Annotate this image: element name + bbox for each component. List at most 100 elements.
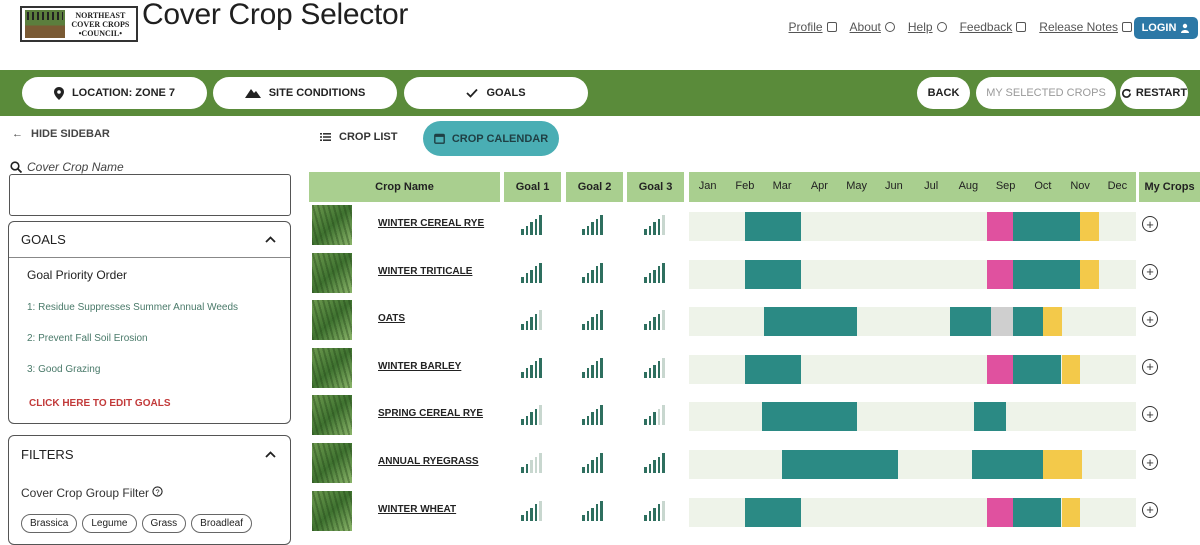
council-logo[interactable]: NORTHEAST COVER CROPS •COUNCIL•	[20, 6, 138, 42]
rating-bar	[653, 269, 656, 283]
calendar-segment-magenta[interactable]	[987, 259, 1014, 289]
rating-bar	[530, 364, 533, 378]
goal-2-rating-icon	[582, 213, 606, 235]
crop-name-link[interactable]: WINTER WHEAT	[378, 504, 456, 515]
goal-3-rating-icon	[644, 356, 668, 378]
rating-bar	[534, 313, 538, 331]
crop-thumbnail[interactable]	[312, 300, 352, 341]
help-icon[interactable]: ?	[152, 486, 164, 497]
rating-bar	[600, 262, 603, 283]
help-link[interactable]: Help	[908, 20, 947, 34]
calendar-segment-teal[interactable]	[1013, 259, 1081, 289]
calendar-segment-teal[interactable]	[744, 497, 801, 527]
crop-name-link[interactable]: WINTER TRITICALE	[378, 266, 472, 277]
calendar-segment-teal[interactable]	[782, 450, 898, 479]
profile-link[interactable]: Profile	[789, 20, 837, 34]
rating-bar	[662, 405, 665, 426]
restart-button[interactable]: RESTART	[1120, 77, 1188, 109]
rating-bar	[525, 273, 529, 283]
crop-name-link[interactable]: WINTER CEREAL RYE	[378, 218, 484, 229]
chip-brassica[interactable]: Brassica	[21, 514, 78, 533]
location-button[interactable]: LOCATION: ZONE 7	[22, 77, 207, 109]
my-selected-crops-button[interactable]: MY SELECTED CROPS	[976, 77, 1116, 109]
col-header-crop-name[interactable]: Crop Name	[309, 172, 500, 202]
back-button[interactable]: BACK	[917, 77, 970, 109]
goals-panel-header[interactable]: GOALS	[9, 222, 290, 258]
about-link[interactable]: About	[850, 20, 895, 34]
feedback-link[interactable]: Feedback	[960, 20, 1027, 34]
crop-thumbnail[interactable]	[312, 395, 352, 436]
crop-list-button[interactable]: CROP LIST	[320, 131, 397, 143]
calendar-segment-teal[interactable]	[949, 307, 991, 337]
goals-button[interactable]: GOALS	[404, 77, 588, 109]
cover-crop-name-input[interactable]	[9, 174, 291, 216]
calendar-segment-teal[interactable]	[973, 402, 1006, 432]
crop-thumbnail[interactable]	[312, 347, 352, 388]
add-crop-icon[interactable]: +	[1142, 263, 1158, 280]
rating-bar	[648, 511, 652, 521]
add-crop-icon[interactable]: +	[1142, 454, 1158, 470]
rating-bar	[521, 324, 524, 331]
crop-name-link[interactable]: WINTER BARLEY	[378, 361, 461, 372]
calendar-segment-teal[interactable]	[1013, 354, 1062, 384]
add-crop-icon[interactable]: +	[1142, 311, 1158, 328]
crop-thumbnail[interactable]	[312, 443, 352, 483]
calendar-segment-teal[interactable]	[1013, 212, 1081, 241]
col-header-goal-3[interactable]: Goal 3	[627, 172, 684, 202]
rating-bar	[521, 371, 524, 378]
calendar-segment-teal[interactable]	[972, 450, 1043, 479]
rating-bar	[530, 412, 533, 426]
calendar-segment-teal[interactable]	[1013, 307, 1043, 337]
rating-bar	[648, 320, 652, 331]
calendar-segment-teal[interactable]	[744, 212, 801, 241]
login-button[interactable]: LOGIN	[1134, 17, 1198, 39]
rating-bar	[657, 361, 661, 378]
crop-calendar-button[interactable]: CROP CALENDAR	[423, 121, 559, 156]
release-notes-link[interactable]: Release Notes	[1039, 20, 1132, 34]
col-header-goal-2[interactable]: Goal 2	[566, 172, 623, 202]
month-label: Jun	[885, 180, 903, 192]
info-icon	[884, 22, 895, 32]
add-crop-icon[interactable]: +	[1142, 501, 1158, 518]
calendar-segment-yellow[interactable]	[1042, 450, 1082, 479]
calendar-segment-teal[interactable]	[744, 259, 801, 289]
crop-name-link[interactable]: SPRING CEREAL RYE	[378, 408, 483, 419]
crop-thumbnail[interactable]	[312, 252, 352, 293]
calendar-segment-yellow[interactable]	[1042, 307, 1062, 337]
add-crop-icon[interactable]: +	[1142, 358, 1158, 375]
filters-panel-header[interactable]: FILTERS	[9, 436, 290, 472]
calendar-segment-teal[interactable]	[763, 307, 857, 337]
chip-grass[interactable]: Grass	[141, 514, 187, 533]
rating-bar	[662, 453, 665, 473]
rating-bar	[521, 467, 524, 473]
logo-line-2: COVER CROPS	[71, 19, 130, 29]
edit-goals-link[interactable]: CLICK HERE TO EDIT GOALS	[29, 398, 171, 409]
crop-calendar-label: CROP CALENDAR	[451, 132, 549, 145]
calendar-segment-yellow[interactable]	[1080, 259, 1099, 289]
col-header-goal-1[interactable]: Goal 1	[504, 172, 561, 202]
calendar-segment-magenta[interactable]	[987, 497, 1014, 527]
add-crop-icon[interactable]: +	[1142, 216, 1158, 232]
hide-sidebar-button[interactable]: ← HIDE SIDEBAR	[12, 128, 110, 140]
calendar-segment-teal[interactable]	[1013, 497, 1062, 527]
site-conditions-button[interactable]: SITE CONDITIONS	[213, 77, 397, 109]
goal-3-rating-icon	[644, 261, 668, 283]
chip-legume[interactable]: Legume	[82, 514, 137, 533]
crop-name-link[interactable]: OATS	[378, 313, 405, 324]
calendar-segment-yellow[interactable]	[1061, 497, 1081, 527]
calendar-segment-teal[interactable]	[744, 354, 801, 384]
month-label: Mar	[772, 180, 792, 192]
rating-bar	[595, 361, 599, 378]
calendar-segment-yellow[interactable]	[1061, 354, 1081, 384]
crop-thumbnail[interactable]	[312, 205, 352, 245]
calendar-segment-magenta[interactable]	[987, 354, 1014, 384]
crop-name-link[interactable]: ANNUAL RYEGRASS	[378, 456, 479, 467]
calendar-segment-teal[interactable]	[761, 402, 857, 432]
calendar-segment-magenta[interactable]	[987, 212, 1014, 241]
add-crop-icon[interactable]: +	[1142, 406, 1158, 423]
crop-thumbnail[interactable]	[312, 490, 352, 531]
calendar-segment-gray[interactable]	[990, 307, 1014, 337]
chip-broadleaf[interactable]: Broadleaf	[191, 514, 252, 533]
check-icon	[466, 88, 479, 98]
calendar-segment-yellow[interactable]	[1080, 212, 1099, 241]
